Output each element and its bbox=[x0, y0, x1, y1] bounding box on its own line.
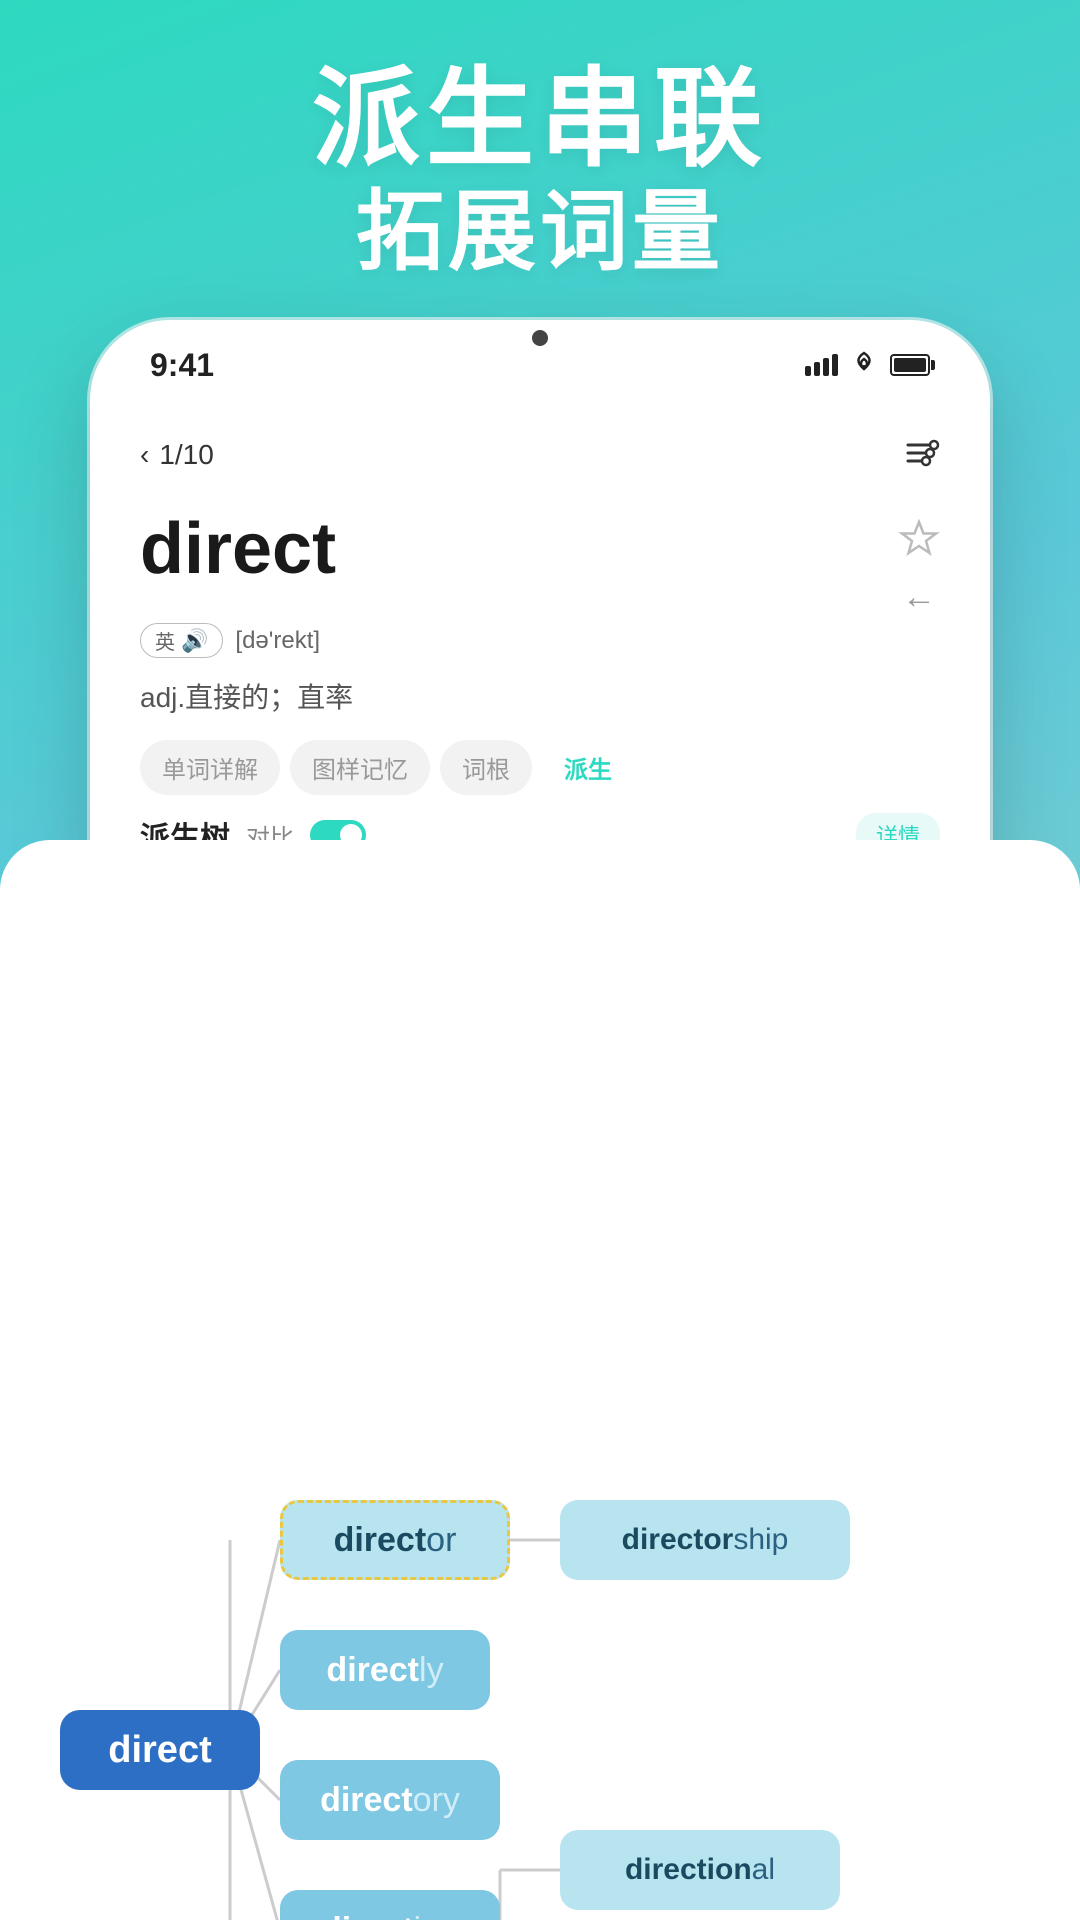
phone-status-bar: 9:41 bbox=[90, 320, 990, 410]
wifi-icon bbox=[850, 351, 878, 379]
node-directory[interactable]: directory bbox=[280, 1760, 500, 1840]
tree-card: direct director directorship directly di… bbox=[0, 840, 1080, 1920]
tab-derivative[interactable]: 派生 bbox=[542, 740, 634, 795]
node-director[interactable]: director bbox=[280, 1500, 510, 1580]
node-direct[interactable]: direct bbox=[60, 1710, 260, 1790]
status-time: 9:41 bbox=[150, 347, 214, 384]
word-definition: adj.直接的；直率 bbox=[140, 676, 940, 716]
tab-word-detail[interactable]: 单词详解 bbox=[140, 740, 280, 795]
pronunciation-row: 英 🔊 [də'rekt] bbox=[140, 623, 940, 658]
node-directorship[interactable]: directorship bbox=[560, 1500, 850, 1580]
word-back-icon[interactable]: ← bbox=[902, 578, 936, 617]
nav-left: ‹ 1/10 bbox=[140, 439, 214, 471]
battery-icon bbox=[890, 354, 930, 376]
page-counter: 1/10 bbox=[159, 439, 214, 471]
back-button[interactable]: ‹ bbox=[140, 439, 149, 471]
phone-notch bbox=[440, 320, 640, 356]
filter-icon[interactable] bbox=[904, 434, 940, 476]
tab-image-memory[interactable]: 图样记忆 bbox=[290, 740, 430, 795]
node-direction[interactable]: direction bbox=[280, 1890, 500, 1920]
tree-area: direct director directorship directly di… bbox=[0, 840, 1080, 1920]
navigation-bar: ‹ 1/10 bbox=[90, 410, 990, 490]
node-directly[interactable]: directly bbox=[280, 1630, 490, 1710]
word-section: direct ← 英 🔊 [də'rekt] adj.直接的；直率 bbox=[90, 490, 990, 716]
signal-icon bbox=[805, 354, 838, 376]
notch-camera bbox=[532, 330, 548, 346]
tab-word-root[interactable]: 词根 bbox=[440, 740, 532, 795]
phonetic-text: [də'rekt] bbox=[235, 627, 320, 655]
lang-label: 英 bbox=[155, 626, 175, 655]
hero-section: 派生串联 拓展词量 bbox=[0, 60, 1080, 284]
nav-right bbox=[904, 434, 940, 476]
word-heading: direct bbox=[140, 510, 336, 589]
favorite-button[interactable] bbox=[898, 518, 940, 570]
word-tabs: 单词详解 图样记忆 词根 派生 bbox=[90, 740, 990, 795]
language-badge[interactable]: 英 🔊 bbox=[140, 623, 223, 658]
speaker-icon: 🔊 bbox=[181, 628, 208, 654]
word-actions: ← bbox=[898, 510, 940, 617]
hero-line2: 拓展词量 bbox=[0, 179, 1080, 285]
status-icons bbox=[805, 351, 930, 379]
hero-line1: 派生串联 bbox=[0, 60, 1080, 179]
node-directional[interactable]: directional bbox=[560, 1830, 840, 1910]
